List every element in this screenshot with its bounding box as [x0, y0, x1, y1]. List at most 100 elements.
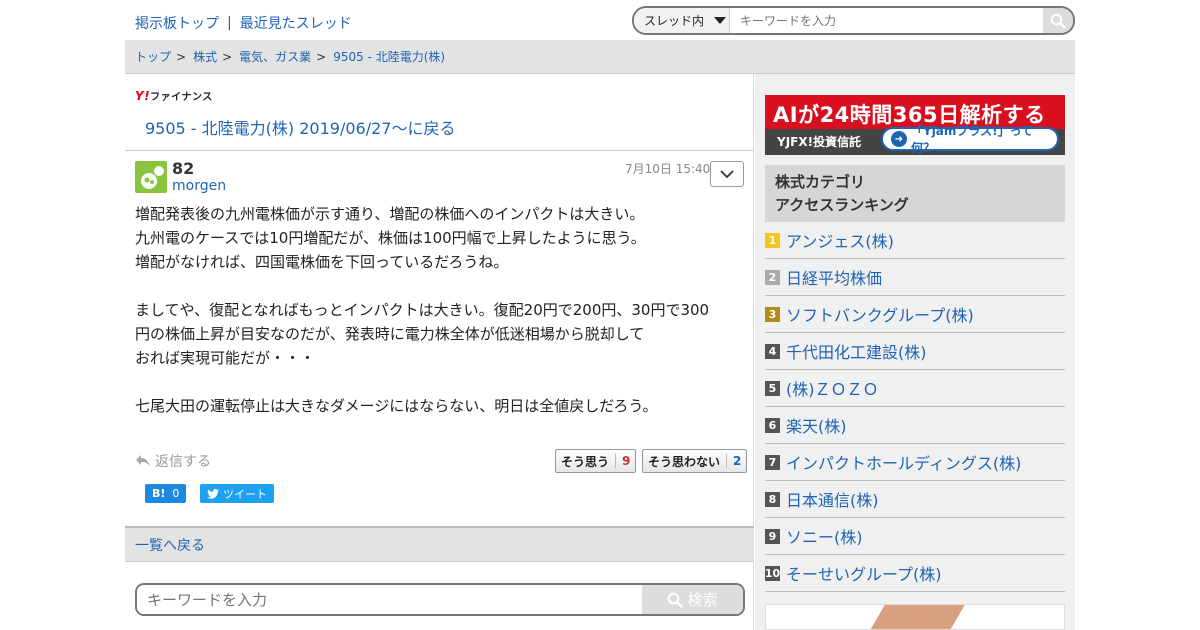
disagree-count: 2 [726, 454, 741, 468]
ranking-item[interactable]: 2 日経平均株価 [765, 259, 1065, 296]
bottom-search-label: 検索 [687, 591, 718, 609]
ranking-item[interactable]: 4 千代田化工建設(株) [765, 333, 1065, 370]
ranking-item[interactable]: 8 日本通信(株) [765, 481, 1065, 518]
post-menu-button[interactable] [710, 161, 744, 187]
post-line: ましてや、復配となればもっとインパクトは大きい。復配20円で200円、30円で3… [135, 301, 710, 319]
post-line: 七尾大田の運転停止は大きなダメージにはならない、明日は全値戻しだろう。 [135, 397, 658, 415]
agree-label: そう思う [561, 454, 610, 469]
post-line: おれば実現可能だが・・・ [135, 349, 316, 367]
arrow-right-icon: ➜ [891, 131, 907, 147]
tweet-label: ツイート [223, 487, 267, 501]
reply-label: 返信する [155, 454, 211, 470]
ranking-item[interactable]: 10 そーせいグループ(株) [765, 555, 1065, 592]
ranking-header: 株式カテゴリ アクセスランキング [765, 165, 1065, 222]
reply-button[interactable]: 返信する [135, 451, 211, 471]
ranking-stock-link[interactable]: 千代田化工建設(株) [786, 339, 927, 363]
rank-badge: 4 [765, 343, 780, 359]
rank-badge: 1 [765, 232, 780, 248]
rank-badge: 6 [765, 417, 780, 433]
ad-cta-button[interactable]: ➜ 「Yjamプラス!」って何？ [881, 124, 1059, 155]
rank-badge: 10 [764, 565, 781, 581]
ranking-stock-link[interactable]: 楽天(株) [786, 413, 847, 437]
breadcrumb-separator: > [176, 49, 187, 64]
divider [125, 150, 754, 151]
search-icon [1050, 13, 1066, 29]
disagree-label: そう思わない [648, 454, 721, 469]
sidebar-ad-image[interactable] [765, 604, 1065, 630]
rank-badge: 7 [765, 454, 780, 470]
ranking-stock-link[interactable]: そーせいグループ(株) [786, 561, 942, 585]
rank-badge: 5 [765, 380, 780, 396]
sidebar: AIが24時間365日解析する投信 YJFX!投資信託 ➜ 「Yjamプラス!」… [755, 74, 1075, 630]
avatar[interactable] [135, 161, 167, 193]
hatena-count: 0 [172, 487, 180, 500]
chevron-down-icon [720, 170, 734, 178]
agree-button[interactable]: そう思う 9 [555, 449, 637, 473]
breadcrumb-separator: > [222, 49, 233, 64]
post-line: 増配がなければ、四国電株価を下回っているだろうね。 [135, 253, 509, 271]
ranking-stock-link[interactable]: ソフトバンクグループ(株) [786, 302, 974, 326]
thread-search-input[interactable] [730, 8, 1043, 33]
thread-search: スレッド内 [632, 6, 1075, 35]
author-link[interactable]: morgen [172, 178, 226, 194]
post-body: 増配発表後の九州電株価が示す通り、増配の株価へのインパクトは大きい。 九州電のケ… [135, 202, 745, 418]
breadcrumb-stock[interactable]: 9505 - 北陸電力(株) [333, 48, 445, 65]
nav-separator: | [227, 15, 232, 31]
board-top-link[interactable]: 掲示板トップ [135, 13, 219, 33]
ranking-stock-link[interactable]: インパクトホールディングス(株) [786, 450, 1021, 474]
back-to-list-bar: 一覧へ戻る [125, 526, 754, 562]
post-line: 九州電のケースでは10円増配だが、株価は100円幅で上昇したように思う。 [135, 229, 646, 247]
ranking-item[interactable]: 1 アンジェス(株) [765, 222, 1065, 259]
hatena-bookmark-button[interactable]: B! 0 [145, 484, 187, 503]
avatar-icon [141, 166, 164, 189]
ranking-stock-link[interactable]: 日経平均株価 [786, 265, 882, 289]
ranking-stock-link[interactable]: 日本通信(株) [786, 487, 879, 511]
disagree-button[interactable]: そう思わない 2 [642, 449, 748, 473]
breadcrumb-top[interactable]: トップ [135, 48, 171, 65]
agree-count: 9 [615, 454, 630, 468]
search-scope-select[interactable]: スレッド内 [634, 8, 730, 33]
yahoo-finance-logo[interactable]: Y!ファイナンス [135, 88, 213, 103]
ad-subtext: YJFX!投資信託 [777, 135, 862, 149]
ad-banner[interactable]: AIが24時間365日解析する投信 YJFX!投資信託 ➜ 「Yjamプラス!」… [765, 95, 1065, 155]
ranking-stock-link[interactable]: ソニー(株) [786, 524, 863, 548]
search-button[interactable] [1043, 8, 1073, 33]
breadcrumb-utilities[interactable]: 電気、ガス業 [239, 48, 311, 65]
post-number: 82 [172, 159, 195, 178]
rank-badge: 9 [765, 528, 780, 544]
main-content: Y!ファイナンス 9505 - 北陸電力(株) 2019/06/27〜に戻る 8… [125, 74, 754, 630]
back-to-list-link[interactable]: 一覧へ戻る [135, 535, 205, 555]
tweet-button[interactable]: ツイート [200, 484, 274, 503]
ranking-stock-link[interactable]: アンジェス(株) [786, 228, 894, 252]
ranking-category: 株式カテゴリ [775, 173, 866, 191]
back-to-thread-link[interactable]: 9505 - 北陸電力(株) 2019/06/27〜に戻る [145, 115, 455, 139]
bottom-search: 検索 [135, 583, 745, 616]
ranking-item[interactable]: 3 ソフトバンクグループ(株) [765, 296, 1065, 333]
ranking-item[interactable]: 5 (株)ＺＯＺＯ [765, 370, 1065, 407]
ad-cta-label: 「Yjamプラス!」って何？ [911, 124, 1034, 155]
ranking-stock-link[interactable]: (株)ＺＯＺＯ [786, 376, 879, 400]
breadcrumb-separator: > [316, 49, 327, 64]
ranking-list: 1 アンジェス(株) 2 日経平均株価 3 ソフトバンクグループ(株) 4 千代田化工建設(株… [765, 222, 1065, 592]
ranking-item[interactable]: 6 楽天(株) [765, 407, 1065, 444]
reply-icon [136, 455, 150, 467]
bottom-search-input[interactable] [137, 585, 642, 614]
top-nav: 掲示板トップ | 最近見たスレッド [135, 13, 352, 33]
ranking-item[interactable]: 7 インパクトホールディングス(株) [765, 444, 1065, 481]
post-line: 円の株価上昇が目安なのだが、発表時に電力株全体が低迷相場から脱却して [135, 325, 645, 343]
breadcrumb-stocks[interactable]: 株式 [193, 48, 217, 65]
search-icon [668, 592, 684, 608]
post-line: 増配発表後の九州電株価が示す通り、増配の株価へのインパクトは大きい。 [135, 205, 645, 223]
caret-down-icon [714, 17, 727, 24]
rank-badge: 8 [765, 491, 780, 507]
ranking-title: アクセスランキング [775, 196, 909, 214]
breadcrumb: トップ > 株式 > 電気、ガス業 > 9505 - 北陸電力(株) [125, 40, 1075, 74]
bottom-search-button[interactable]: 検索 [642, 585, 743, 614]
ad-graphic [867, 605, 965, 629]
twitter-bird-icon [207, 488, 219, 499]
search-scope-label: スレッド内 [644, 14, 705, 28]
hatena-icon: B! [152, 487, 166, 500]
ranking-item[interactable]: 9 ソニー(株) [765, 518, 1065, 555]
rank-badge: 3 [765, 306, 780, 322]
recent-threads-link[interactable]: 最近見たスレッド [240, 13, 352, 33]
